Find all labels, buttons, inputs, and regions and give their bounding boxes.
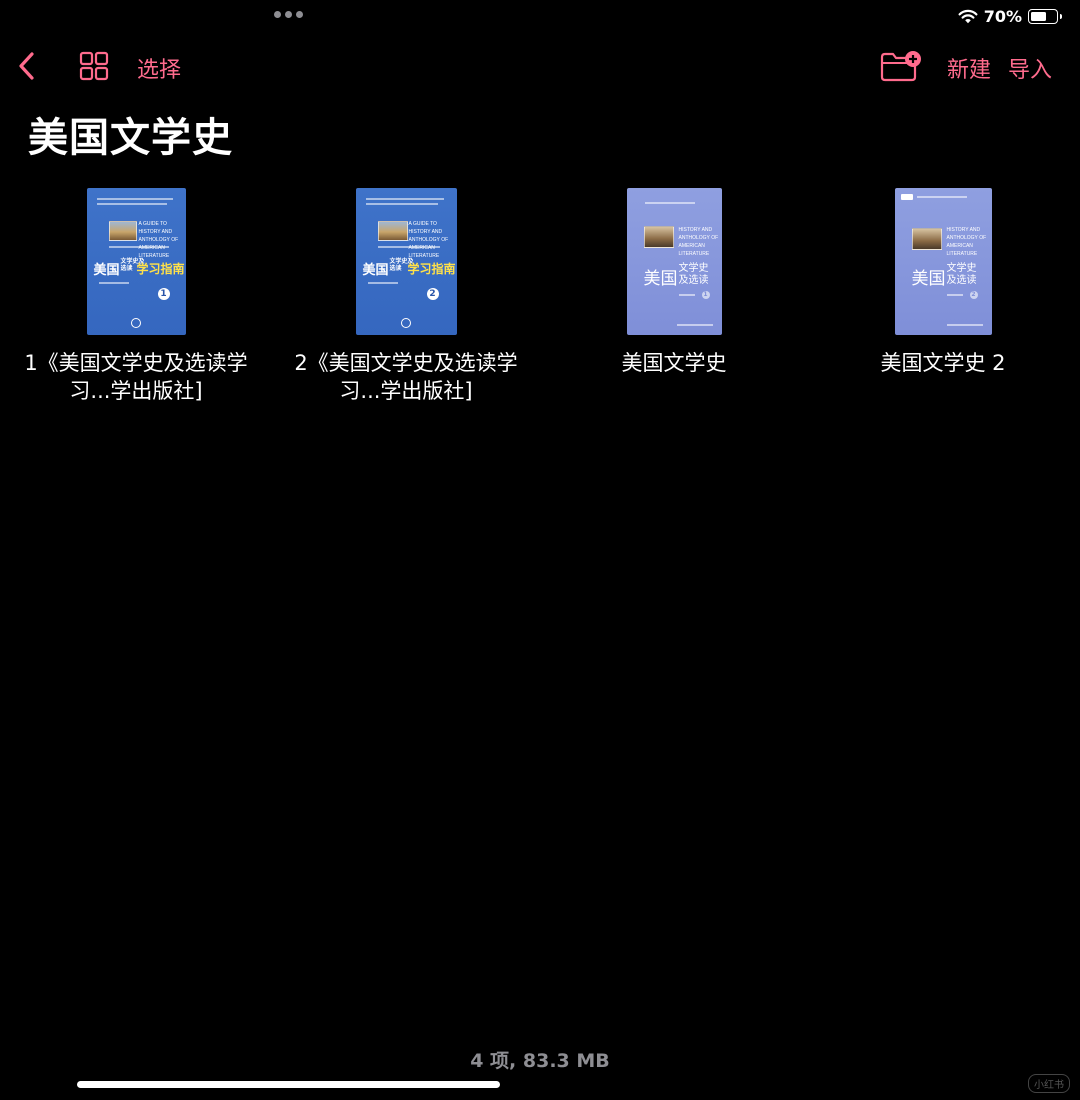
file-thumbnail: HISTORY AND ANTHOLOGY OF AMERICAN LITERA…	[894, 188, 992, 335]
cover-picture	[911, 228, 942, 250]
file-item[interactable]: HISTORY AND ANTHOLOGY OF AMERICAN LITERA…	[544, 188, 804, 377]
status-bar: 70%	[958, 6, 1062, 26]
volume-badge: 1	[157, 288, 170, 300]
file-name: 美国文学史 2	[880, 351, 1006, 375]
watermark: 小红书	[1028, 1074, 1070, 1093]
wifi-icon	[958, 9, 978, 24]
volume-badge: 2	[969, 291, 978, 299]
cover-english-title: A GUIDE TO HISTORY AND ANTHOLOGY OF AMER…	[138, 221, 179, 259]
cover-picture	[643, 226, 674, 248]
chevron-left-icon	[19, 52, 34, 80]
folder-plus-icon	[880, 51, 921, 82]
file-name: 美国文学史	[621, 351, 727, 375]
navigation-toolbar: 选择 新建 导入	[0, 44, 1080, 88]
item-count-summary: 4 项, 83.3 MB	[470, 1050, 610, 1072]
file-name: 2《美国文学史及选读学习...学出版社]	[294, 351, 518, 403]
cover-english-title: A GUIDE TO HISTORY AND ANTHOLOGY OF AMER…	[408, 221, 449, 259]
cover-picture	[377, 221, 408, 241]
multitasking-dots-icon[interactable]	[274, 11, 303, 18]
cover-english-title: HISTORY AND ANTHOLOGY OF AMERICAN LITERA…	[946, 227, 987, 257]
select-button[interactable]: 选择	[137, 52, 181, 84]
file-thumbnail: A GUIDE TO HISTORY AND ANTHOLOGY OF AMER…	[355, 188, 457, 335]
cover-picture	[108, 221, 137, 241]
import-button[interactable]: 导入	[1008, 52, 1052, 84]
corner-badge-icon	[900, 194, 913, 200]
publisher-logo-icon	[400, 318, 411, 328]
battery-percentage: 70%	[983, 6, 1022, 26]
file-name: 1《美国文学史及选读学习...学出版社]	[24, 351, 248, 403]
files-app-screen: 70% 选择 新建 导入 美国文学史 A GUIDE TO HISTORY AN…	[0, 0, 1080, 1100]
file-item[interactable]: A GUIDE TO HISTORY AND ANTHOLOGY OF AMER…	[6, 188, 266, 405]
file-item[interactable]: A GUIDE TO HISTORY AND ANTHOLOGY OF AMER…	[276, 188, 536, 405]
page-title: 美国文学史	[28, 115, 233, 161]
file-thumbnail: A GUIDE TO HISTORY AND ANTHOLOGY OF AMER…	[86, 188, 186, 335]
grid-view-icon	[79, 51, 109, 81]
publisher-logo-icon	[130, 318, 141, 328]
new-folder-button[interactable]	[880, 50, 922, 82]
volume-badge: 2	[426, 288, 439, 300]
file-thumbnail: HISTORY AND ANTHOLOGY OF AMERICAN LITERA…	[626, 188, 722, 335]
back-button[interactable]	[14, 50, 42, 82]
volume-badge: 1	[701, 291, 710, 299]
battery-icon	[1028, 8, 1062, 24]
cover-english-title: HISTORY AND ANTHOLOGY OF AMERICAN LITERA…	[678, 227, 719, 257]
view-toggle-button[interactable]	[79, 51, 109, 81]
file-item[interactable]: HISTORY AND ANTHOLOGY OF AMERICAN LITERA…	[813, 188, 1073, 377]
home-indicator[interactable]	[77, 1081, 500, 1088]
new-button[interactable]: 新建	[947, 52, 991, 84]
